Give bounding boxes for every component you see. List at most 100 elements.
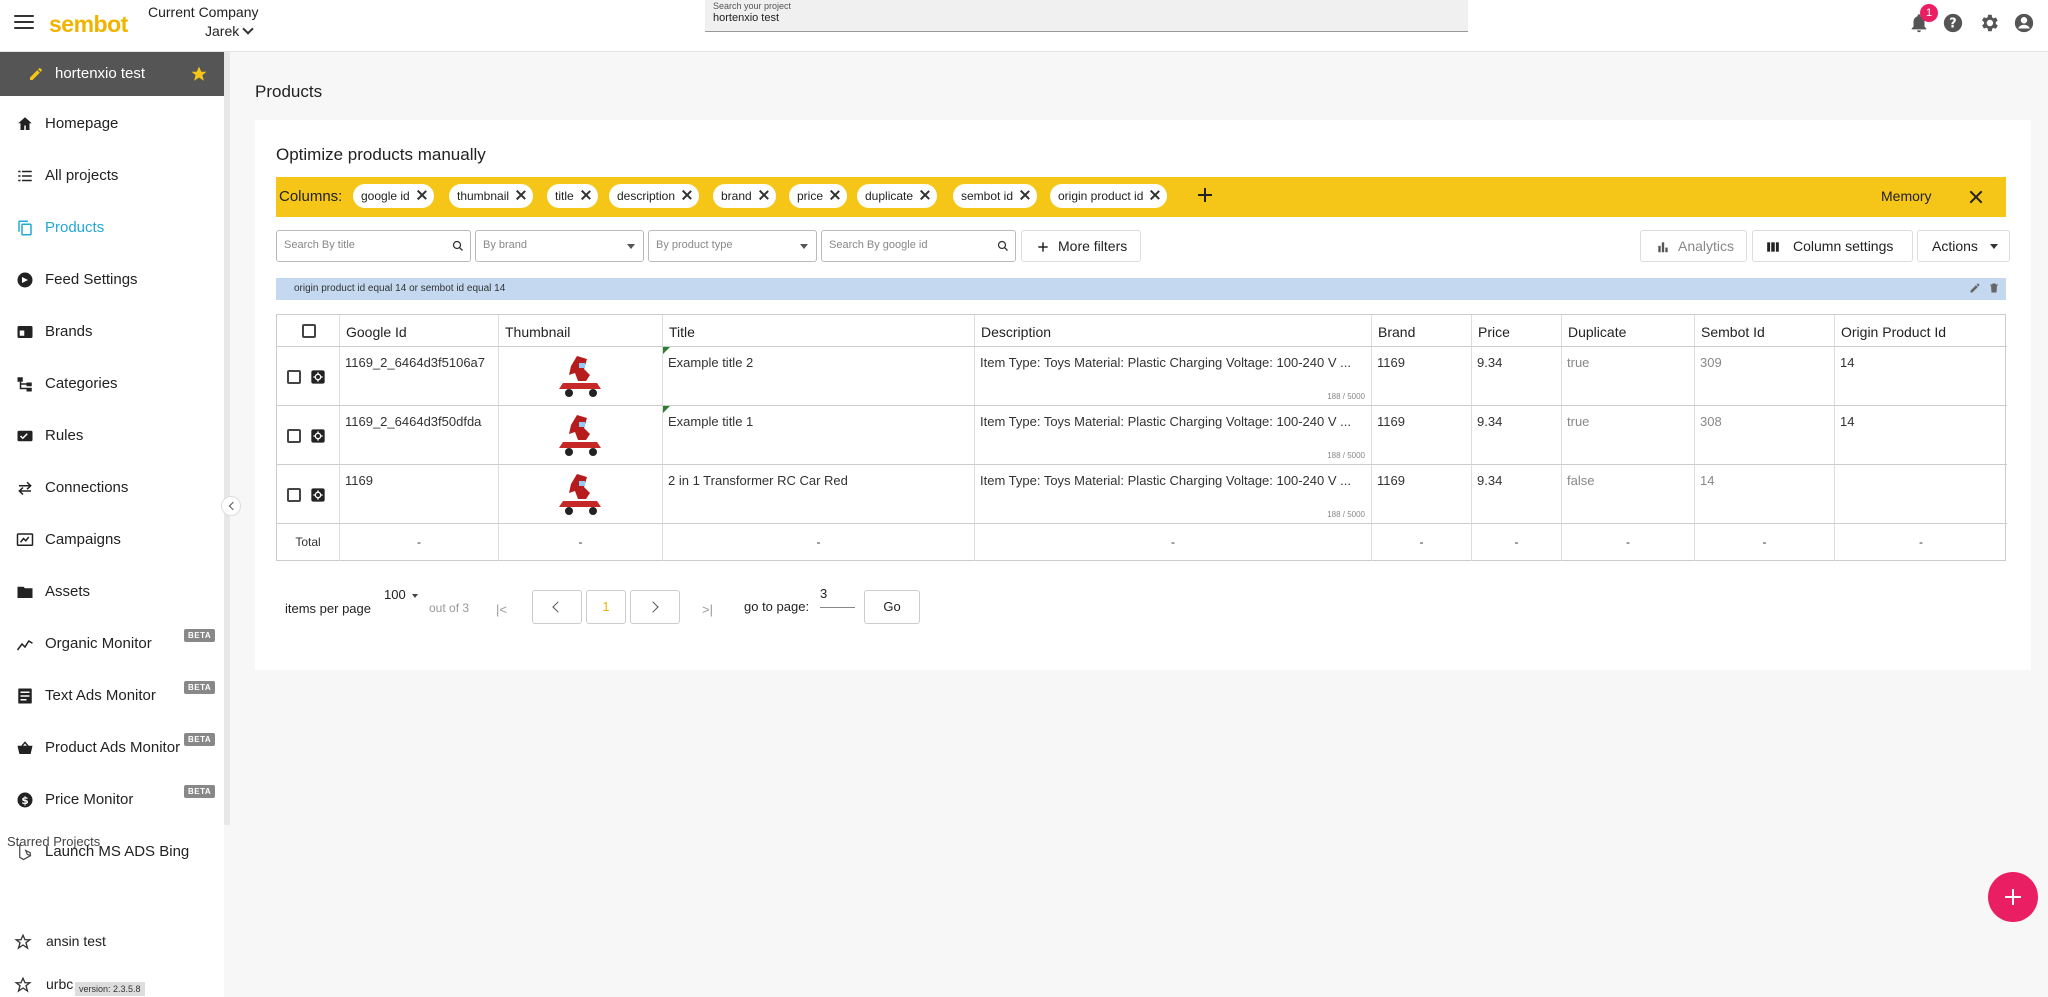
origin-product-id-cell[interactable]	[1835, 465, 2007, 524]
product-thumbnail[interactable]	[557, 471, 605, 517]
close-icon[interactable]	[580, 189, 592, 201]
gear-icon[interactable]	[1978, 12, 2000, 34]
column-chip[interactable]: brand	[713, 184, 776, 208]
sidebar-item-connections[interactable]: Connections	[0, 468, 224, 508]
column-header[interactable]: Price	[1472, 315, 1562, 347]
sidebar-scrollbar[interactable]	[224, 52, 230, 825]
pencil-icon[interactable]	[28, 66, 44, 82]
sidebar-item-categories[interactable]: Categories	[0, 364, 224, 404]
analytics-button[interactable]: Analytics	[1640, 230, 1747, 262]
add-column-icon[interactable]	[1198, 188, 1212, 202]
star-icon[interactable]	[190, 65, 208, 83]
title-cell[interactable]: Example title 1	[663, 406, 975, 465]
sidebar-collapse-button[interactable]	[221, 496, 241, 516]
column-header[interactable]: Duplicate	[1562, 315, 1695, 347]
description-cell[interactable]: Item Type: Toys Material: Plastic Chargi…	[975, 465, 1372, 524]
brand-select[interactable]: By brand	[475, 230, 644, 262]
close-icon[interactable]	[681, 189, 693, 201]
close-icon[interactable]	[1968, 189, 1984, 205]
row-checkbox[interactable]	[287, 370, 301, 384]
column-header[interactable]: Description	[975, 315, 1372, 347]
close-icon[interactable]	[758, 189, 770, 201]
close-icon[interactable]	[829, 189, 841, 201]
memory-button[interactable]: Memory	[1881, 188, 1932, 204]
last-page-icon[interactable]: >|	[702, 602, 713, 617]
logo[interactable]: sembot	[49, 11, 128, 38]
row-checkbox[interactable]	[287, 429, 301, 443]
product-thumbnail[interactable]	[557, 412, 605, 458]
close-icon[interactable]	[919, 189, 931, 201]
sidebar-item-organic-monitor[interactable]: Organic Monitor BETA	[0, 624, 224, 664]
column-header[interactable]: Brand	[1372, 315, 1472, 347]
price-cell[interactable]: 9.34	[1472, 406, 1562, 465]
origin-product-id-cell[interactable]: 14	[1835, 406, 2007, 465]
search-title-input[interactable]: Search By title	[276, 230, 471, 262]
product-thumbnail[interactable]	[557, 353, 605, 399]
column-chip[interactable]: thumbnail	[449, 184, 534, 208]
project-search-input[interactable]: Search your project hortenxio test	[705, 0, 1468, 32]
title-cell[interactable]: Example title 2	[663, 347, 975, 406]
first-page-icon[interactable]: |<	[496, 602, 507, 617]
settings-icon[interactable]	[310, 369, 326, 385]
close-icon[interactable]	[416, 189, 428, 201]
sidebar-item-products[interactable]: Products	[0, 208, 224, 248]
menu-icon[interactable]	[14, 15, 34, 31]
current-project-header[interactable]: hortenxio test	[0, 52, 224, 96]
thumbnail-cell[interactable]	[499, 465, 663, 524]
add-fab-button[interactable]	[1988, 872, 2038, 922]
items-per-page-select[interactable]: 100	[384, 587, 418, 602]
column-header[interactable]: Thumbnail	[499, 315, 663, 347]
column-chip[interactable]: title	[547, 184, 598, 208]
brand-cell[interactable]: 1169	[1372, 347, 1472, 406]
sidebar-item-text-ads-monitor[interactable]: Text Ads Monitor BETA	[0, 676, 224, 716]
column-header[interactable]: Google Id	[340, 315, 499, 347]
brand-cell[interactable]: 1169	[1372, 406, 1472, 465]
google-id-cell[interactable]: 1169	[340, 465, 499, 524]
user-dropdown[interactable]: Jarek	[205, 23, 254, 39]
origin-product-id-cell[interactable]: 14	[1835, 347, 2007, 406]
help-icon[interactable]: ?	[1942, 12, 1964, 34]
sidebar-item-price-monitor[interactable]: $ Price Monitor BETA	[0, 780, 224, 820]
sidebar-item-product-ads-monitor[interactable]: Product Ads Monitor BETA	[0, 728, 224, 768]
settings-icon[interactable]	[310, 428, 326, 444]
price-cell[interactable]: 9.34	[1472, 347, 1562, 406]
current-page-button[interactable]: 1	[586, 590, 626, 624]
sidebar-item-all-projects[interactable]: All projects	[0, 156, 224, 196]
go-to-page-input[interactable]: 3	[820, 586, 855, 608]
select-all-checkbox[interactable]	[302, 324, 316, 338]
product-type-select[interactable]: By product type	[648, 230, 817, 262]
price-cell[interactable]: 9.34	[1472, 465, 1562, 524]
sidebar-item-rules[interactable]: Rules	[0, 416, 224, 456]
column-chip[interactable]: price	[789, 184, 848, 208]
sidebar-item-assets[interactable]: Assets	[0, 572, 224, 612]
sidebar-item-homepage[interactable]: Homepage	[0, 104, 224, 144]
google-id-cell[interactable]: 1169_2_6464d3f5106a7	[340, 347, 499, 406]
column-chip[interactable]: google id	[353, 184, 434, 208]
actions-button[interactable]: Actions	[1917, 230, 2010, 262]
next-page-button[interactable]	[630, 590, 680, 624]
search-google-id-input[interactable]: Search By google id	[821, 230, 1016, 262]
column-header[interactable]: Title	[663, 315, 975, 347]
go-button[interactable]: Go	[864, 590, 920, 624]
description-cell[interactable]: Item Type: Toys Material: Plastic Chargi…	[975, 406, 1372, 465]
column-chip[interactable]: description	[609, 184, 700, 208]
account-icon[interactable]	[2013, 12, 2035, 34]
column-header[interactable]: Origin Product Id	[1835, 315, 2007, 347]
thumbnail-cell[interactable]	[499, 347, 663, 406]
prev-page-button[interactable]	[532, 590, 582, 624]
sidebar-item-feed-settings[interactable]: Feed Settings	[0, 260, 224, 300]
column-header[interactable]: Sembot Id	[1695, 315, 1835, 347]
sidebar-item-campaigns[interactable]: Campaigns	[0, 520, 224, 560]
column-chip[interactable]: duplicate	[857, 184, 938, 208]
thumbnail-cell[interactable]	[499, 406, 663, 465]
column-settings-button[interactable]: Column settings	[1752, 230, 1913, 262]
row-checkbox[interactable]	[287, 488, 301, 502]
sidebar-item-brands[interactable]: Brands	[0, 312, 224, 352]
close-icon[interactable]	[1019, 189, 1031, 201]
settings-icon[interactable]	[310, 487, 326, 503]
title-cell[interactable]: 2 in 1 Transformer RC Car Red	[663, 465, 975, 524]
edit-icon[interactable]	[1969, 282, 1981, 294]
trash-icon[interactable]	[1988, 282, 2000, 294]
close-icon[interactable]	[1149, 189, 1161, 201]
description-cell[interactable]: Item Type: Toys Material: Plastic Chargi…	[975, 347, 1372, 406]
